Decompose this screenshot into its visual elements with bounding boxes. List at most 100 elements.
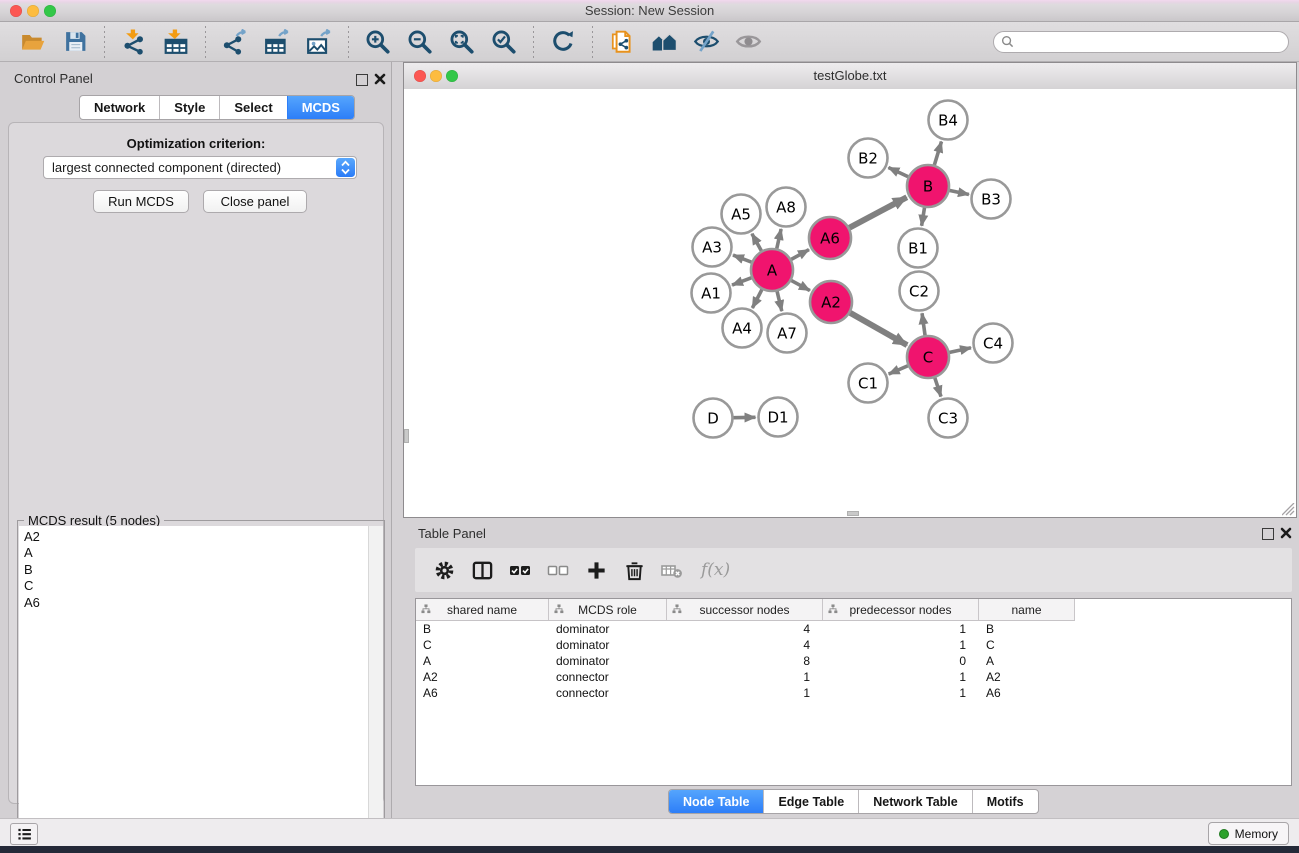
- network-file-button[interactable]: [607, 27, 637, 57]
- vertical-scrollbar-thumb[interactable]: [404, 429, 409, 443]
- shared-column-icon: [421, 604, 431, 614]
- horizontal-scrollbar-thumb[interactable]: [847, 511, 859, 516]
- graph-node-B1[interactable]: B1: [899, 229, 938, 268]
- show-columns-button[interactable]: [467, 555, 497, 585]
- run-mcds-button[interactable]: Run MCDS: [93, 190, 189, 213]
- graph-node-A3[interactable]: A3: [693, 228, 732, 267]
- close-table-panel-icon[interactable]: [1280, 527, 1292, 539]
- export-network-button[interactable]: [220, 27, 250, 57]
- zoom-out-button[interactable]: [405, 27, 435, 57]
- select-all-button[interactable]: [505, 555, 535, 585]
- graph-node-D[interactable]: D: [694, 399, 733, 438]
- tab-node-table[interactable]: Node Table: [669, 790, 763, 813]
- graphics-details-button[interactable]: [691, 27, 721, 57]
- refresh-button[interactable]: [548, 27, 578, 57]
- graph-node-A8[interactable]: A8: [767, 188, 806, 227]
- table-panel: Table Panel: [403, 520, 1299, 818]
- network-canvas[interactable]: A A1 A2 A3 A4 A5 A6 A7 A8 B B1 B2 B3 B4 C C1 C2 C3C4 D D1: [404, 89, 1296, 517]
- task-history-button[interactable]: [10, 823, 38, 845]
- column-header-predecessor-nodes[interactable]: predecessor nodes: [823, 599, 979, 620]
- result-item-c[interactable]: C: [19, 578, 369, 594]
- delete-table-button[interactable]: [657, 555, 687, 585]
- graph-node-C1[interactable]: C1: [849, 364, 888, 403]
- column-header-shared-name[interactable]: shared name: [416, 599, 549, 620]
- search-input[interactable]: [993, 31, 1289, 53]
- table-row[interactable]: Bdominator41B: [416, 621, 1291, 637]
- tab-network-table[interactable]: Network Table: [858, 790, 972, 813]
- criterion-dropdown[interactable]: largest connected component (directed): [43, 156, 357, 179]
- home-button[interactable]: [649, 27, 679, 57]
- close-panel-button[interactable]: Close panel: [203, 190, 307, 213]
- tab-select[interactable]: Select: [219, 96, 286, 119]
- memory-label: Memory: [1235, 827, 1278, 841]
- mcds-result-list[interactable]: A2ABCA6: [19, 526, 369, 853]
- graph-node-A4[interactable]: A4: [723, 309, 762, 348]
- add-column-button[interactable]: [581, 555, 611, 585]
- export-image-button[interactable]: [304, 27, 334, 57]
- table-row[interactable]: A2connector11A2: [416, 669, 1291, 685]
- graph-node-C4[interactable]: C4: [974, 324, 1013, 363]
- result-item-a2[interactable]: A2: [19, 526, 369, 545]
- column-header-name[interactable]: name: [979, 599, 1075, 620]
- zoom-in-button[interactable]: [363, 27, 393, 57]
- graph-node-A2[interactable]: A2: [810, 281, 852, 323]
- table-row[interactable]: Adominator80A: [416, 653, 1291, 669]
- table-settings-button[interactable]: [429, 555, 459, 585]
- graph-node-C2[interactable]: C2: [900, 272, 939, 311]
- graph-node-label-A6: A6: [820, 229, 840, 247]
- result-item-a[interactable]: A: [19, 545, 369, 561]
- graph-node-B3[interactable]: B3: [972, 180, 1011, 219]
- zoom-selected-button[interactable]: [489, 27, 519, 57]
- graph-node-A[interactable]: A: [751, 249, 793, 291]
- result-item-b[interactable]: B: [19, 562, 369, 578]
- graph-node-A6[interactable]: A6: [809, 217, 851, 259]
- graph-node-B2[interactable]: B2: [849, 139, 888, 178]
- import-table-button[interactable]: [161, 27, 191, 57]
- graph-node-A5[interactable]: A5: [722, 195, 761, 234]
- graph-node-B4[interactable]: B4: [929, 101, 968, 140]
- graph-edge-A6-B[interactable]: [843, 197, 907, 231]
- toolbar-separator: [205, 26, 206, 58]
- table-row[interactable]: A6connector11A6: [416, 685, 1291, 701]
- tab-style[interactable]: Style: [159, 96, 219, 119]
- graph-node-D1[interactable]: D1: [759, 398, 798, 437]
- graph-edge-A2-C[interactable]: [844, 309, 907, 345]
- birds-eye-view-button[interactable]: [733, 27, 763, 57]
- memory-button[interactable]: Memory: [1208, 822, 1289, 845]
- float-table-panel-button[interactable]: [1262, 528, 1274, 540]
- tab-mcds[interactable]: MCDS: [287, 96, 354, 119]
- import-table-icon: [163, 29, 189, 55]
- tab-edge-table[interactable]: Edge Table: [763, 790, 858, 813]
- refresh-icon: [550, 29, 576, 55]
- graph-node-B[interactable]: B: [907, 165, 949, 207]
- network-window-titlebar[interactable]: testGlobe.txt: [404, 63, 1296, 90]
- result-scrollbar-track[interactable]: [368, 526, 383, 853]
- result-item-a6[interactable]: A6: [19, 595, 369, 611]
- graph-node-A7[interactable]: A7: [768, 314, 807, 353]
- delete-column-button[interactable]: [619, 555, 649, 585]
- delete-table-icon: [660, 558, 684, 582]
- graph-node-C3[interactable]: C3: [929, 399, 968, 438]
- main-toolbar: [0, 22, 1299, 62]
- open-file-button[interactable]: [18, 27, 48, 57]
- toolbar-separator: [348, 26, 349, 58]
- float-panel-button[interactable]: [356, 74, 368, 86]
- zoom-fit-button[interactable]: [447, 27, 477, 57]
- export-table-button[interactable]: [262, 27, 292, 57]
- tab-motifs[interactable]: Motifs: [972, 790, 1038, 813]
- search-icon: [1001, 35, 1014, 48]
- tab-network[interactable]: Network: [80, 96, 159, 119]
- table-row[interactable]: Cdominator41C: [416, 637, 1291, 653]
- column-header-successor-nodes[interactable]: successor nodes: [667, 599, 823, 620]
- zoom-selected-icon: [491, 29, 517, 55]
- graph-node-label-A2: A2: [821, 293, 841, 311]
- graph-node-C[interactable]: C: [907, 336, 949, 378]
- save-session-button[interactable]: [60, 27, 90, 57]
- import-network-button[interactable]: [119, 27, 149, 57]
- graph-node-A1[interactable]: A1: [692, 274, 731, 313]
- deselect-all-button[interactable]: [543, 555, 573, 585]
- column-header-mcds-role[interactable]: MCDS role: [549, 599, 667, 620]
- close-panel-icon[interactable]: [374, 73, 386, 85]
- function-builder-button[interactable]: f(x): [701, 555, 730, 585]
- resize-grip[interactable]: [1282, 503, 1295, 516]
